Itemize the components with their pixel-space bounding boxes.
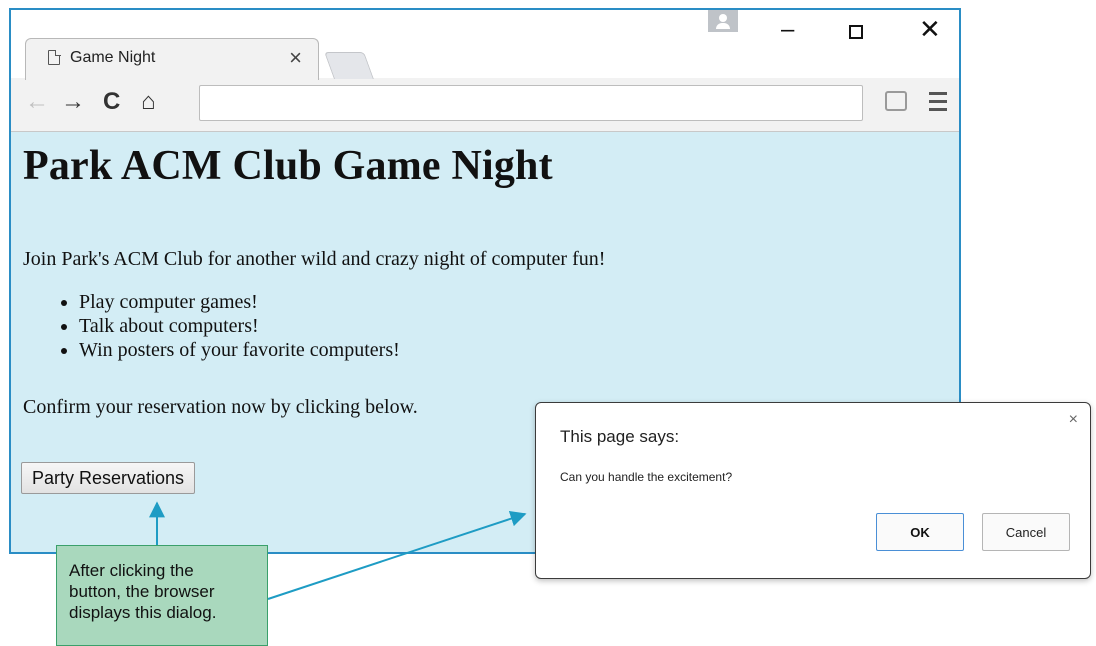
- cancel-button[interactable]: Cancel: [982, 513, 1070, 551]
- browser-toolbar: ← → C ⌂: [11, 78, 959, 132]
- ok-button[interactable]: OK: [876, 513, 964, 551]
- ad-block-icon[interactable]: [885, 91, 907, 111]
- feature-list: Play computer games! Talk about computer…: [31, 290, 400, 362]
- minimize-button[interactable]: –: [781, 16, 794, 44]
- back-arrow-icon[interactable]: ←: [25, 88, 49, 116]
- tab-title: Game Night: [70, 49, 156, 66]
- confirm-text: Confirm your reservation now by clicking…: [23, 396, 418, 418]
- forward-arrow-icon[interactable]: →: [61, 88, 85, 116]
- maximize-button[interactable]: [849, 25, 863, 39]
- tab-close-icon[interactable]: ×: [289, 45, 302, 71]
- reload-icon[interactable]: C: [103, 88, 120, 116]
- list-item: Win posters of your favorite computers!: [79, 338, 400, 362]
- dialog-message: Can you handle the excitement?: [560, 470, 733, 484]
- list-item: Talk about computers!: [79, 314, 400, 338]
- home-icon[interactable]: ⌂: [141, 88, 156, 116]
- dialog-title: This page says:: [560, 427, 680, 446]
- new-tab-button[interactable]: [324, 52, 374, 79]
- tab-strip: Game Night × – ✕: [11, 10, 959, 80]
- alert-dialog: This page says: × Can you handle the exc…: [535, 402, 1091, 579]
- party-reservations-button[interactable]: Party Reservations: [21, 462, 196, 494]
- close-window-button[interactable]: ✕: [919, 14, 941, 45]
- address-bar[interactable]: [199, 85, 863, 121]
- list-item: Play computer games!: [79, 290, 400, 314]
- dialog-close-icon[interactable]: ×: [1069, 411, 1078, 429]
- page-icon: [48, 49, 61, 65]
- callout-line: After clicking the: [69, 561, 194, 580]
- callout-line: button, the browser: [69, 582, 215, 601]
- tab-game-night[interactable]: Game Night ×: [25, 38, 319, 80]
- intro-text: Join Park's ACM Club for another wild an…: [23, 248, 606, 270]
- browser-chrome: Game Night × – ✕ ← → C ⌂: [11, 10, 959, 132]
- hamburger-menu-icon[interactable]: [929, 92, 947, 116]
- callout-line: displays this dialog.: [69, 603, 217, 622]
- callout-box: After clicking the button, the browser d…: [56, 545, 268, 646]
- page-title: Park ACM Club Game Night: [23, 143, 553, 189]
- profile-icon[interactable]: [708, 10, 738, 32]
